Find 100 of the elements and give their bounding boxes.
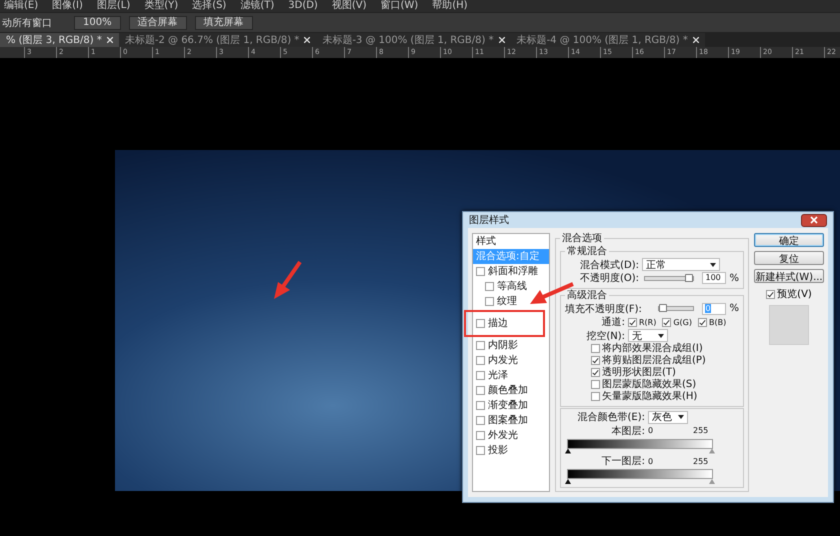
blend-mode-dropdown[interactable]: 正常: [642, 258, 720, 272]
option-button[interactable]: 100%: [74, 16, 121, 30]
group-title: 常规混合: [566, 246, 608, 257]
slider-handle[interactable]: [709, 479, 715, 484]
style-item[interactable]: 光泽: [473, 368, 511, 383]
blend-if-dropdown[interactable]: 灰色: [648, 410, 688, 424]
preview-swatch: [769, 305, 809, 345]
caret-icon: [710, 262, 716, 267]
style-item[interactable]: 等高线: [473, 279, 530, 294]
style-label: 等高线: [497, 280, 527, 294]
style-label: 外发光: [488, 428, 518, 443]
arrow-annotation: [272, 260, 302, 300]
close-icon: [810, 216, 818, 224]
field-label: 挖空(N):: [585, 330, 625, 342]
menu-item[interactable]: 图像(I): [52, 0, 83, 12]
checkbox[interactable]: [476, 341, 485, 350]
field-label: 不透明度(O):: [578, 272, 639, 286]
slider-thumb[interactable]: [685, 274, 694, 282]
slider-thumb[interactable]: [659, 304, 667, 312]
menu-item[interactable]: 3D(D): [288, 0, 318, 12]
field-label: 混合颜色带(E):: [576, 410, 645, 424]
menu-item[interactable]: 滤镜(T): [240, 0, 274, 12]
menu-item[interactable]: 选择(S): [192, 0, 226, 12]
field-label: 填充不透明度(F):: [565, 302, 643, 316]
style-label: 内发光: [488, 354, 518, 368]
checkbox[interactable]: [476, 371, 485, 380]
checkbox[interactable]: [476, 267, 485, 276]
close-icon[interactable]: [304, 37, 310, 43]
document-tab[interactable]: 未标题-4 @ 100% (图层 1, RGB/8) *: [510, 33, 705, 47]
styles-header: 样式: [475, 234, 497, 249]
checkbox[interactable]: [476, 386, 485, 395]
menu-item[interactable]: 编辑(E): [4, 0, 38, 12]
dialog-button[interactable]: 新建样式(W)...: [754, 269, 824, 283]
option-checkbox[interactable]: 矢量蒙版隐藏效果(H): [591, 390, 698, 402]
caret-icon: [678, 415, 684, 420]
checkbox[interactable]: [485, 282, 494, 291]
opacity-field[interactable]: 100: [702, 272, 726, 284]
checkbox[interactable]: [476, 446, 485, 455]
field-label: 通道:: [600, 316, 625, 330]
style-item[interactable]: 内发光: [473, 353, 521, 368]
group-title: 混合选项: [561, 233, 603, 244]
style-item[interactable]: 投影: [473, 443, 511, 458]
close-button[interactable]: [801, 214, 827, 226]
style-label: 纹理: [497, 295, 517, 309]
checkbox[interactable]: [476, 356, 485, 365]
slider-handle[interactable]: [565, 448, 571, 454]
checkbox[interactable]: [476, 431, 485, 440]
unit-label: %: [729, 272, 739, 284]
channel-checkbox[interactable]: R(R): [628, 318, 656, 327]
field-label: 下一图层:: [600, 455, 645, 468]
channel-checkbox[interactable]: B(B): [698, 318, 726, 327]
style-item[interactable]: 图案叠加: [473, 413, 531, 428]
style-item[interactable]: 纹理: [473, 294, 520, 309]
unit-label: %: [729, 303, 739, 314]
style-item[interactable]: 外发光: [473, 428, 521, 443]
range-min: 0: [648, 426, 654, 436]
range-min: 0: [648, 456, 654, 466]
option-checkbox[interactable]: 透明形状图层(T): [591, 366, 676, 378]
style-label: 投影: [488, 444, 508, 458]
style-label: 光泽: [488, 368, 508, 383]
document-tab[interactable]: 未标题-3 @ 100% (图层 1, RGB/8) *: [316, 33, 511, 47]
style-label: 内阴影: [488, 338, 518, 353]
style-item[interactable]: 渐变叠加: [473, 398, 531, 413]
document-tab[interactable]: % (图层 3, RGB/8) *: [0, 33, 119, 47]
option-button[interactable]: 填充屏幕: [194, 16, 253, 30]
range-max: 255: [693, 456, 710, 466]
range-max: 255: [693, 426, 710, 436]
menu-item[interactable]: 图层(L): [96, 0, 130, 12]
checkbox[interactable]: [476, 319, 485, 328]
dialog-button[interactable]: 复位: [754, 251, 824, 265]
style-item[interactable]: 颜色叠加: [473, 383, 531, 398]
close-icon[interactable]: [106, 37, 113, 43]
option-checkbox[interactable]: 将内部效果混合成组(I): [591, 342, 703, 354]
checkbox[interactable]: [485, 297, 494, 306]
option-checkbox[interactable]: 将剪贴图层混合成组(P): [591, 354, 706, 366]
close-icon[interactable]: [498, 37, 505, 43]
caret-icon: [658, 334, 664, 338]
knockout-dropdown[interactable]: 无: [628, 329, 668, 342]
checkbox[interactable]: [476, 401, 485, 410]
close-icon[interactable]: [692, 37, 699, 43]
option-button[interactable]: 适合屏幕: [128, 16, 187, 30]
preview-checkbox[interactable]: 预览(V): [766, 287, 812, 301]
menu-item[interactable]: 帮助(H): [432, 0, 468, 12]
slider-handle[interactable]: [565, 479, 571, 484]
style-item[interactable]: 内阴影: [473, 338, 521, 353]
slider-handle[interactable]: [709, 448, 715, 454]
menu-item[interactable]: 类型(Y): [144, 0, 178, 12]
menu-item[interactable]: 视图(V): [332, 0, 366, 12]
style-item[interactable]: 斜面和浮雕: [473, 264, 541, 279]
dialog-button[interactable]: 确定: [754, 233, 824, 247]
document-tab[interactable]: 未标题-2 @ 66.7% (图层 1, RGB/8) *: [118, 33, 316, 47]
group-title: 高级混合: [566, 290, 608, 301]
style-label: 斜面和浮雕: [488, 264, 538, 279]
channel-checkbox[interactable]: G(G): [662, 318, 692, 327]
style-item[interactable]: 描边: [473, 316, 543, 331]
dialog-title: 图层样式: [469, 214, 509, 227]
field-label: 本图层:: [610, 424, 645, 438]
checkbox[interactable]: [476, 416, 485, 425]
option-checkbox[interactable]: 图层蒙版隐藏效果(S): [591, 378, 696, 390]
style-label: 描边: [488, 316, 508, 331]
